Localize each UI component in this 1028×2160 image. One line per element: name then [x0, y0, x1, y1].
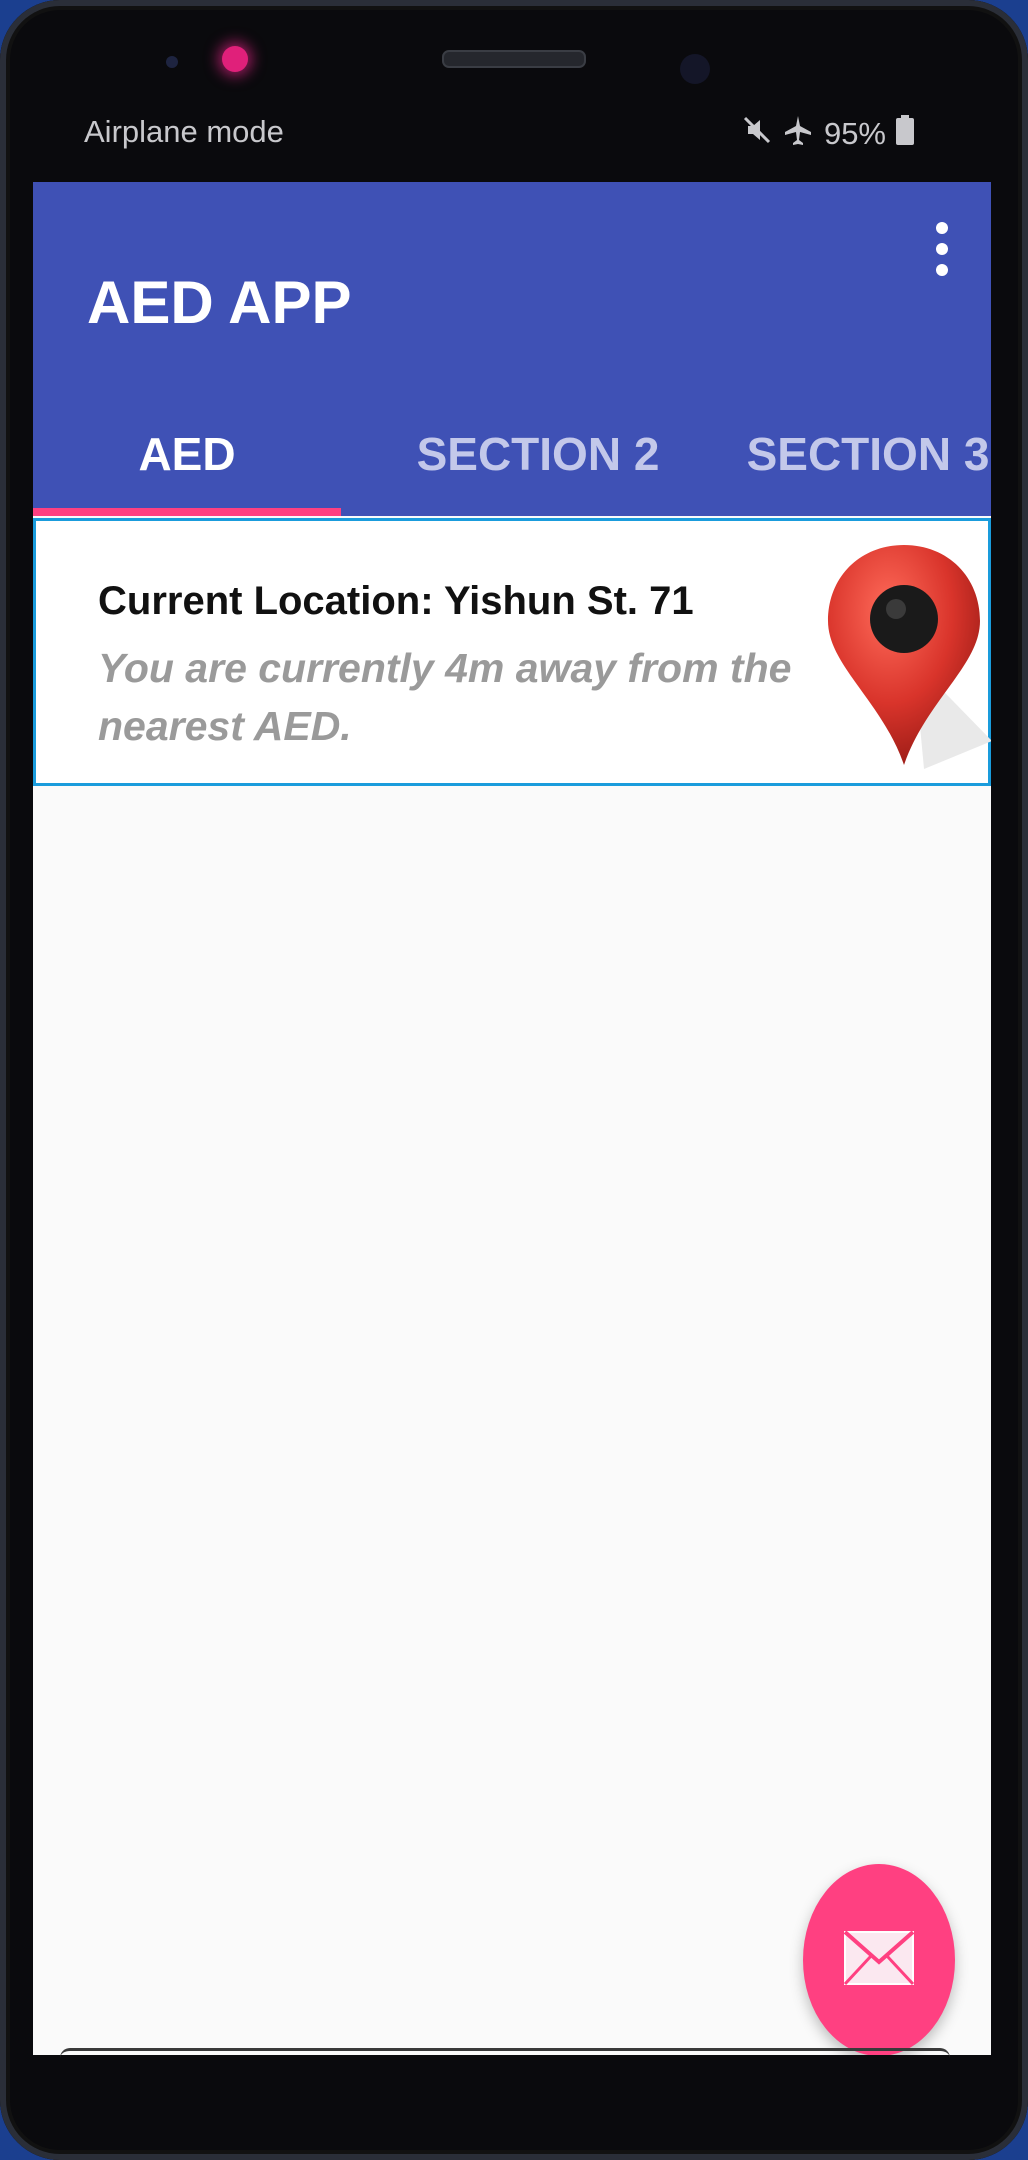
more-vert-icon[interactable]: [927, 222, 957, 286]
status-bar: Airplane mode 95%: [84, 110, 914, 154]
tab-bar: AED Simulator SECTION 2 SECTION 3: [33, 392, 991, 604]
battery-percent: 95%: [823, 116, 886, 151]
proximity-sensor: [166, 56, 178, 68]
email-fab-button[interactable]: [803, 1864, 955, 2055]
location-card[interactable]: Current Location: Yishun St. 71 You are …: [33, 518, 991, 786]
tab-aed-simulator[interactable]: AED Simulator: [33, 392, 341, 604]
phone-bottom-edge: [60, 2048, 950, 2061]
tab-section-2[interactable]: SECTION 2: [363, 392, 713, 516]
app-screen: AED APP AED Simulator SECTION 2 SECTION …: [33, 182, 991, 2055]
email-icon: [843, 1930, 915, 1986]
current-location-text: Current Location: Yishun St. 71: [98, 579, 694, 623]
mute-icon: [742, 115, 772, 153]
app-bar: AED APP AED Simulator SECTION 2 SECTION …: [33, 182, 991, 604]
front-camera: [222, 46, 248, 72]
battery-icon: [896, 115, 914, 153]
tab-section-3[interactable]: SECTION 3: [693, 392, 991, 516]
earpiece-speaker: [442, 50, 586, 68]
nearest-aed-distance-text: You are currently 4m away from the neare…: [98, 645, 792, 749]
phone-frame: Airplane mode 95% AED APP AED Simulator …: [0, 0, 1028, 2160]
app-title: AED APP: [87, 269, 352, 336]
light-sensor: [680, 54, 710, 84]
status-airplane-text: Airplane mode: [84, 114, 284, 149]
tab-indicator: [33, 508, 341, 516]
map-pin-icon: [822, 541, 991, 771]
airplane-icon: [782, 114, 814, 154]
